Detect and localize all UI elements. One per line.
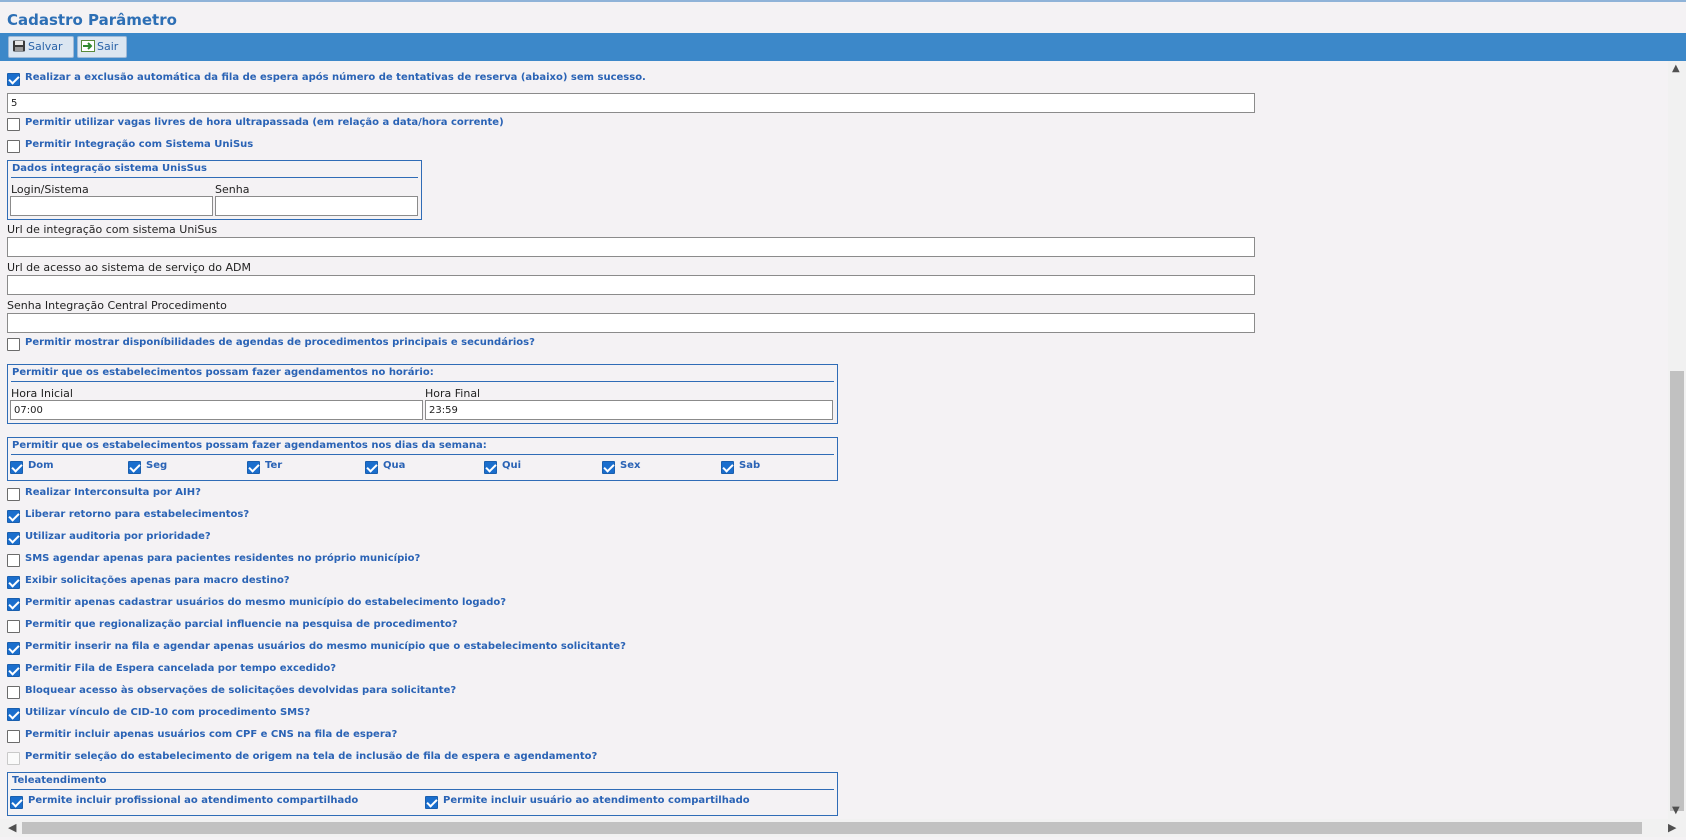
option-checkbox[interactable] — [7, 620, 20, 633]
scroll-left-arrow-icon[interactable]: ◀ — [8, 821, 16, 834]
option-checkbox[interactable] — [7, 488, 20, 501]
save-button[interactable]: Salvar — [8, 36, 74, 58]
option-checkbox-disabled — [7, 752, 20, 765]
unisus-url-input[interactable] — [7, 237, 1255, 257]
show-availability-checkbox[interactable] — [7, 338, 20, 351]
auto-exclusion-label: Realizar a exclusão automática da fila d… — [25, 72, 646, 83]
free-slots-checkbox[interactable] — [7, 118, 20, 131]
tele-profissional-label: Permite incluir profissional ao atendime… — [28, 795, 359, 806]
option-checkbox[interactable] — [7, 642, 20, 655]
weekday-ter-label: Ter — [265, 460, 283, 471]
title-bar: Cadastro Parâmetro — [0, 0, 1686, 33]
password-label: Senha — [215, 183, 250, 196]
option-label: Utilizar auditoria por prioridade? — [25, 531, 211, 542]
weekday-sab-label: Sab — [739, 460, 761, 471]
page-title: Cadastro Parâmetro — [7, 11, 177, 29]
hours-box-legend: Permitir que os estabelecimentos possam … — [12, 367, 434, 378]
option-label: Exibir solicitações apenas para macro de… — [25, 575, 290, 586]
option-checkbox[interactable] — [7, 554, 20, 567]
option-label: Permitir seleção do estabelecimento de o… — [25, 751, 598, 762]
central-password-input[interactable] — [7, 313, 1255, 333]
floppy-disk-icon — [12, 39, 26, 52]
login-input[interactable] — [10, 196, 213, 216]
exit-arrow-icon — [81, 39, 95, 52]
partial-hidden-checkbox[interactable] — [7, 61, 21, 63]
weekdays-box: Permitir que os estabelecimentos possam … — [7, 437, 838, 481]
weekday-qui-checkbox[interactable] — [484, 461, 497, 474]
end-hour-label: Hora Final — [425, 387, 481, 400]
option-label: SMS agendar apenas para pacientes reside… — [25, 553, 421, 564]
scroll-down-arrow-icon[interactable]: ▼ — [1672, 805, 1680, 816]
weekday-qui-label: Qui — [502, 460, 522, 471]
option-checkbox[interactable] — [7, 686, 20, 699]
save-button-label: Salvar — [28, 40, 63, 53]
option-label: Permitir apenas cadastrar usuários do me… — [25, 597, 507, 608]
unisus-integration-label: Permitir Integração com Sistema UniSus — [25, 139, 254, 150]
option-label: Permitir Fila de Espera cancelada por te… — [25, 663, 337, 674]
weekday-dom-label: Dom — [28, 460, 54, 471]
option-checkbox[interactable] — [7, 664, 20, 677]
horizontal-scrollbar[interactable]: ◀ ▶ — [0, 819, 1686, 837]
weekday-qua-label: Qua — [383, 460, 406, 471]
weekday-seg-checkbox[interactable] — [128, 461, 141, 474]
weekday-qua-checkbox[interactable] — [365, 461, 378, 474]
start-hour-input[interactable] — [10, 400, 423, 420]
teleatendimento-legend: Teleatendimento — [12, 775, 107, 786]
option-label: Liberar retorno para estabelecimentos? — [25, 509, 250, 520]
exit-button[interactable]: Sair — [77, 36, 127, 58]
tele-usuario-checkbox[interactable] — [425, 796, 438, 809]
login-label: Login/Sistema — [11, 183, 89, 196]
teleatendimento-box: Teleatendimento Permite incluir profissi… — [7, 772, 838, 816]
unisus-data-box: Dados integração sistema UnisSus Login/S… — [7, 160, 422, 220]
option-checkbox[interactable] — [7, 576, 20, 589]
adm-url-label: Url de acesso ao sistema de serviço do A… — [7, 261, 251, 274]
adm-url-input[interactable] — [7, 275, 1255, 295]
vertical-scrollbar[interactable]: ▲ ▼ — [1668, 61, 1686, 819]
exit-button-label: Sair — [97, 40, 119, 53]
option-checkbox[interactable] — [7, 598, 20, 611]
option-label: Permitir inserir na fila e agendar apena… — [25, 641, 626, 652]
toolbar: Salvar Sair — [0, 33, 1686, 61]
option-label: Bloquear acesso às observações de solici… — [25, 685, 457, 696]
option-label: Permitir incluir apenas usuários com CPF… — [25, 729, 398, 740]
weekday-dom-checkbox[interactable] — [10, 461, 23, 474]
weekday-sex-label: Sex — [620, 460, 641, 471]
option-checkbox[interactable] — [7, 510, 20, 523]
option-checkbox[interactable] — [7, 730, 20, 743]
free-slots-label: Permitir utilizar vagas livres de hora u… — [25, 117, 504, 128]
end-hour-input[interactable] — [425, 400, 833, 420]
option-label: Permitir que regionalização parcial infl… — [25, 619, 458, 630]
weekday-sab-checkbox[interactable] — [721, 461, 734, 474]
central-password-label: Senha Integração Central Procedimento — [7, 299, 227, 312]
attempts-input[interactable] — [7, 93, 1255, 113]
tele-profissional-checkbox[interactable] — [10, 796, 23, 809]
hours-box: Permitir que os estabelecimentos possam … — [7, 364, 838, 424]
weekday-ter-checkbox[interactable] — [247, 461, 260, 474]
unisus-url-label: Url de integração com sistema UniSus — [7, 223, 218, 236]
weekday-seg-label: Seg — [146, 460, 168, 471]
option-label: Realizar Interconsulta por AIH? — [25, 487, 201, 498]
scroll-up-arrow-icon[interactable]: ▲ — [1672, 63, 1680, 74]
scroll-right-arrow-icon[interactable]: ▶ — [1668, 821, 1676, 834]
weekdays-box-legend: Permitir que os estabelecimentos possam … — [12, 440, 487, 451]
unisus-box-legend: Dados integração sistema UnisSus — [12, 163, 207, 174]
show-availability-label: Permitir mostrar disponíbilidades de age… — [25, 337, 535, 348]
vertical-scroll-thumb[interactable] — [1670, 371, 1684, 811]
unisus-integration-checkbox[interactable] — [7, 140, 20, 153]
password-input[interactable] — [215, 196, 418, 216]
tele-usuario-label: Permite incluir usuário ao atendimento c… — [443, 795, 750, 806]
option-checkbox[interactable] — [7, 708, 20, 721]
form-content: Realizar a exclusão automática da fila d… — [0, 61, 1668, 819]
weekday-sex-checkbox[interactable] — [602, 461, 615, 474]
auto-exclusion-checkbox[interactable] — [7, 73, 20, 86]
horizontal-scroll-thumb[interactable] — [22, 822, 1642, 834]
option-checkbox[interactable] — [7, 532, 20, 545]
option-label: Utilizar vínculo de CID-10 com procedime… — [25, 707, 311, 718]
start-hour-label: Hora Inicial — [11, 387, 73, 400]
